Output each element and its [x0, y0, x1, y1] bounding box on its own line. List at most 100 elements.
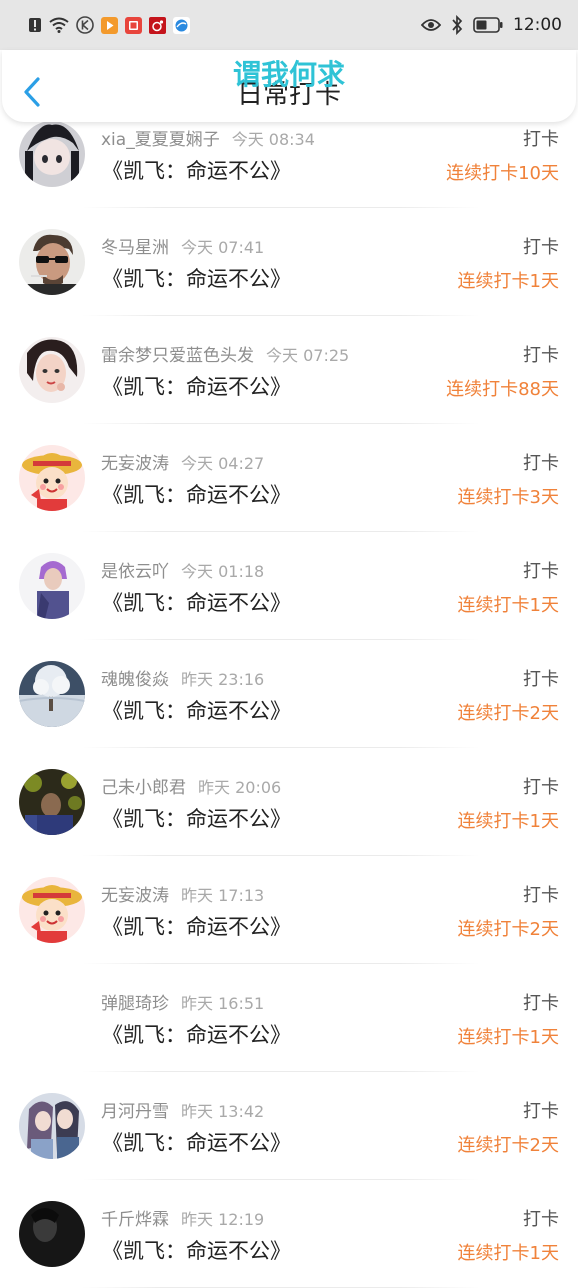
list-item[interactable]: 弹腿琦珍 昨天 16:51 《凯飞：命运不公》 打卡连续打卡1天 [0, 964, 578, 1072]
user-name[interactable]: 冬马星洲 [101, 238, 169, 258]
weibo-app-icon [149, 16, 166, 34]
book-title: 《凯飞：命运不公》 [102, 807, 291, 831]
checkin-time: 今天 07:25 [266, 346, 350, 365]
user-name[interactable]: 无妄波涛 [101, 886, 169, 906]
wifi-icon [49, 17, 69, 33]
list-item[interactable]: 魂魄俊焱 昨天 23:16 《凯飞：命运不公》 打卡连续打卡2天 [0, 640, 578, 748]
checkin-time: 昨天 17:13 [181, 886, 265, 905]
avatar[interactable] [19, 1093, 85, 1159]
user-info: 无妄波涛 昨天 17:13 [101, 881, 264, 906]
checkin-time: 昨天 20:06 [198, 778, 282, 797]
book-title: 《凯飞：命运不公》 [102, 1023, 291, 1047]
checkin-label: 打卡 [523, 669, 559, 690]
user-name[interactable]: 雷余梦只爱蓝色头发 [101, 346, 254, 366]
streak-text: 连续打卡2天 [457, 1135, 559, 1156]
play-app-icon [101, 16, 118, 34]
book-title: 《凯飞：命运不公》 [102, 699, 291, 723]
user-info: 千斤烨霖 昨天 12:19 [101, 1205, 264, 1230]
checkin-label: 打卡 [523, 777, 559, 798]
checkin-label: 打卡 [523, 453, 559, 474]
avatar[interactable] [19, 877, 85, 943]
checkin-time: 今天 04:27 [181, 454, 265, 473]
avatar[interactable] [19, 445, 85, 511]
list-item[interactable]: 月河丹雪 昨天 13:42 《凯飞：命运不公》 打卡连续打卡2天 [0, 1072, 578, 1180]
user-name[interactable]: 无妄波涛 [101, 454, 169, 474]
checkin-time: 昨天 12:19 [181, 1210, 265, 1229]
streak-text: 连续打卡1天 [457, 1027, 559, 1048]
streak-text: 连续打卡1天 [457, 271, 559, 292]
avatar[interactable] [19, 985, 85, 1051]
list-item[interactable]: 是依云吖 今天 01:18 《凯飞：命运不公》 打卡连续打卡1天 [0, 532, 578, 640]
user-name[interactable]: 魂魄俊焱 [101, 670, 169, 690]
user-info: 己未小郎君 昨天 20:06 [101, 773, 281, 798]
battery-icon [473, 17, 503, 33]
user-name[interactable]: 千斤烨霖 [101, 1210, 169, 1230]
bluetooth-icon [452, 15, 463, 35]
book-title: 《凯飞：命运不公》 [102, 267, 291, 291]
user-info: 弹腿琦珍 昨天 16:51 [101, 989, 264, 1014]
red-app-icon [125, 16, 142, 34]
user-name[interactable]: 是依云吖 [101, 562, 169, 582]
user-info: 是依云吖 今天 01:18 [101, 557, 264, 582]
checkin-time: 今天 08:34 [231, 130, 315, 149]
streak-text: 连续打卡10天 [446, 163, 559, 184]
checkin-time: 昨天 13:42 [181, 1102, 265, 1121]
user-info: 雷余梦只爱蓝色头发 今天 07:25 [101, 341, 349, 366]
avatar[interactable] [19, 553, 85, 619]
list-item[interactable]: 雷余梦只爱蓝色头发 今天 07:25 《凯飞：命运不公》 打卡连续打卡88天 [0, 316, 578, 424]
avatar[interactable] [19, 661, 85, 727]
user-name[interactable]: xia_夏夏夏娴子 [101, 130, 220, 150]
avatar[interactable] [19, 229, 85, 295]
book-title: 《凯飞：命运不公》 [102, 159, 291, 183]
checkin-time: 今天 07:41 [181, 238, 265, 257]
checkin-label: 打卡 [523, 345, 559, 366]
streak-text: 连续打卡2天 [457, 703, 559, 724]
user-name[interactable]: 己未小郎君 [101, 778, 186, 798]
list-item[interactable]: 冬马星洲 今天 07:41 《凯飞：命运不公》 打卡连续打卡1天 [0, 208, 578, 316]
user-info: 无妄波涛 今天 04:27 [101, 449, 264, 474]
user-info: 魂魄俊焱 昨天 23:16 [101, 665, 264, 690]
checkin-label: 打卡 [523, 561, 559, 582]
alert-icon [29, 18, 41, 32]
avatar[interactable] [19, 769, 85, 835]
browser-app-icon [173, 16, 190, 34]
notification-icons [28, 16, 190, 34]
streak-text: 连续打卡3天 [457, 487, 559, 508]
user-info: xia_夏夏夏娴子 今天 08:34 [101, 125, 315, 150]
checkin-label: 打卡 [523, 129, 559, 150]
checkin-label: 打卡 [523, 1101, 559, 1122]
list-item[interactable]: 己未小郎君 昨天 20:06 《凯飞：命运不公》 打卡连续打卡1天 [0, 748, 578, 856]
watermark-text: 谓我何求 [232, 58, 345, 91]
streak-text: 连续打卡88天 [446, 379, 559, 400]
checkin-list: xia_夏夏夏娴子 今天 08:34 《凯飞：命运不公》 打卡 连续打卡10天 冬马星洲今… [0, 100, 578, 1288]
streak-text: 连续打卡2天 [457, 919, 559, 940]
book-title: 《凯飞：命运不公》 [102, 483, 291, 507]
book-title: 《凯飞：命运不公》 [102, 375, 291, 399]
user-info: 冬马星洲 今天 07:41 [101, 233, 264, 258]
checkin-time: 昨天 16:51 [181, 994, 265, 1013]
checkin-label: 打卡 [523, 237, 559, 258]
user-name[interactable]: 月河丹雪 [101, 1102, 169, 1122]
user-name[interactable]: 弹腿琦珍 [101, 994, 169, 1014]
checkin-time: 今天 01:18 [181, 562, 265, 581]
streak-text: 连续打卡1天 [457, 595, 559, 616]
book-title: 《凯飞：命运不公》 [102, 915, 291, 939]
checkin-time: 昨天 23:16 [181, 670, 265, 689]
avatar[interactable] [19, 1201, 85, 1267]
streak-text: 连续打卡1天 [457, 1243, 559, 1264]
system-icons: 12:00 [421, 15, 562, 35]
list-item[interactable]: 无妄波涛 今天 04:27 《凯飞：命运不公》 打卡连续打卡3天 [0, 424, 578, 532]
user-info: 月河丹雪 昨天 13:42 [101, 1097, 264, 1122]
book-title: 《凯飞：命运不公》 [102, 1131, 291, 1155]
checkin-label: 打卡 [523, 993, 559, 1014]
book-title: 《凯飞：命运不公》 [102, 591, 291, 615]
list-item[interactable]: 无妄波涛 昨天 17:13 《凯飞：命运不公》 打卡连续打卡2天 [0, 856, 578, 964]
avatar[interactable] [19, 121, 85, 187]
status-bar: 12:00 [0, 0, 578, 50]
app-header: 日常打卡 谓我何求 [2, 50, 576, 122]
k-app-icon [76, 16, 94, 34]
avatar[interactable] [19, 337, 85, 403]
streak-text: 连续打卡1天 [457, 811, 559, 832]
list-item[interactable]: 千斤烨霖 昨天 12:19 《凯飞：命运不公》 打卡 连续打卡1天 [0, 1180, 578, 1288]
checkin-label: 打卡 [523, 885, 559, 906]
